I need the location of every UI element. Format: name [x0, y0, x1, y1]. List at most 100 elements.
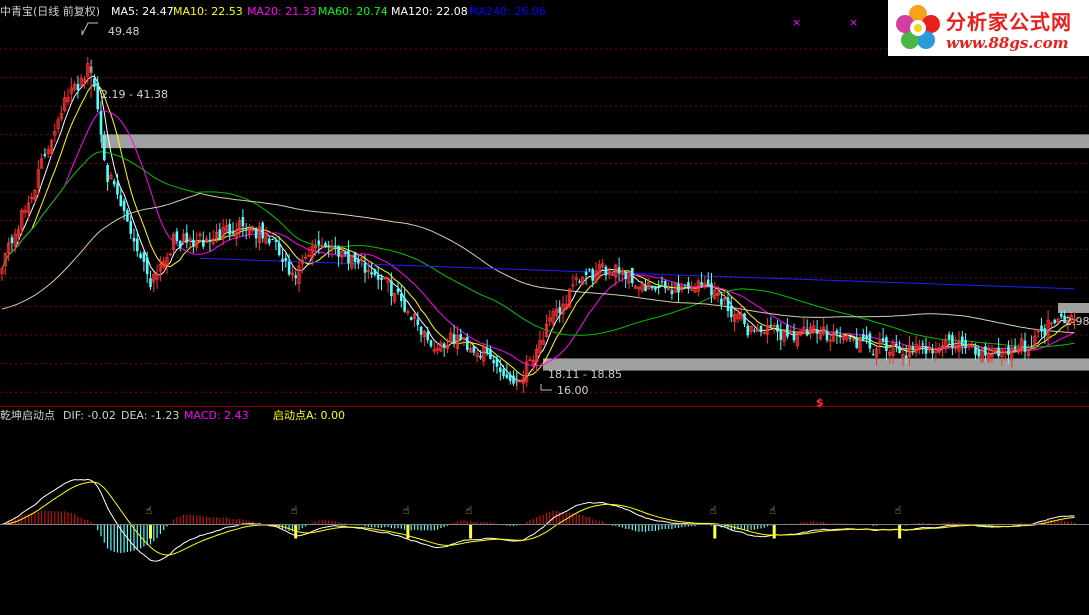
stock-title: 中青宝(日线 前复权) [0, 4, 100, 18]
candle-down [838, 334, 842, 338]
ma20-line [1, 110, 1075, 367]
candle-down [1060, 313, 1063, 317]
candle-down [466, 337, 469, 350]
candle-down [776, 324, 779, 332]
candle-down [409, 317, 413, 321]
candle-down [617, 267, 621, 274]
macd-histogram [4, 510, 1076, 554]
candle-down [881, 338, 885, 342]
candle-down [584, 271, 588, 275]
ma5-line [1, 75, 1075, 382]
ma10-line [1, 83, 1075, 377]
candle-down [885, 337, 888, 351]
candle-down [139, 253, 142, 259]
candle-down [654, 286, 657, 290]
candle-down [921, 343, 924, 345]
candle-down [730, 305, 733, 318]
candle-down [347, 249, 350, 264]
candle-down [865, 335, 868, 339]
ma5-label: MA5: 24.47 [111, 5, 174, 18]
candle-down [241, 216, 245, 227]
ma20-label: MA20: 21.33 [247, 5, 317, 18]
candle-down [591, 269, 594, 281]
candle-down [660, 281, 664, 283]
candle-down [499, 367, 502, 372]
candle-down [93, 78, 96, 87]
flower-logo-icon [896, 5, 940, 49]
candle-down [677, 283, 680, 293]
small-marker-1: × [792, 16, 801, 29]
dif-line [1, 478, 1075, 562]
hand-pointer-icon: ☝ [710, 504, 717, 517]
candle-down [10, 237, 14, 244]
last-price-label: 2.98 [1065, 315, 1089, 328]
candle-down [1030, 345, 1033, 347]
candle-down [324, 243, 327, 248]
resistance-zone [101, 134, 1089, 149]
candle-down [1040, 325, 1043, 332]
candle-down [202, 239, 205, 247]
candle-down [604, 266, 608, 276]
ma60-label: MA60: 20.74 [318, 5, 388, 18]
candle-down [277, 242, 281, 256]
candle-down [472, 346, 476, 353]
candle-down [664, 281, 667, 289]
macd-lines [1, 478, 1075, 562]
candle-down [122, 200, 126, 212]
candle-down [871, 353, 875, 355]
candle-down [1043, 328, 1047, 336]
candle-down [855, 337, 858, 348]
candle-down [376, 274, 380, 280]
support-label: 18.11 - 18.85 [548, 368, 622, 381]
low-price-label: 16.00 [557, 384, 589, 397]
hand-pointer-icon: ☝ [403, 504, 410, 517]
candle-down [964, 340, 967, 349]
candle-down [1023, 340, 1027, 352]
candle-down [743, 313, 746, 325]
candle-down [294, 275, 297, 279]
candle-down [116, 183, 119, 195]
candle-down [416, 319, 420, 326]
stock-chart[interactable]: ☝ ☝ ☝ ☝ ☝ ☝ ☝ 中青宝(日线 前复权) MA5: 24.47 MA10: 22.… [0, 0, 1089, 615]
indicator-name: 乾坤启动点 [0, 408, 55, 422]
candle-down [459, 333, 462, 340]
recent-zone [1058, 303, 1089, 313]
ma10-label: MA10: 22.53 [173, 5, 243, 18]
ma120-label: MA120: 22.08 [391, 5, 468, 18]
candle-down [815, 330, 819, 334]
candle-down [43, 153, 47, 157]
candle-down [353, 252, 357, 262]
candle-down [284, 257, 288, 261]
candle-down [502, 369, 505, 377]
candle-down [977, 349, 981, 357]
hand-pointer-icon: ☝ [895, 504, 902, 517]
candle-down [175, 231, 179, 242]
candle-down [136, 238, 139, 252]
candle-down [396, 288, 400, 293]
candle-down [786, 324, 789, 337]
candle-down [710, 283, 713, 296]
candle-down [624, 272, 627, 280]
candle-down [254, 228, 258, 239]
ma240-line [199, 257, 1075, 290]
logo-title: 分析家公式网 [946, 10, 1072, 34]
candle-down [327, 245, 330, 247]
candle-down [805, 329, 809, 336]
site-logo: 分析家公式网 www.88gs.com [888, 0, 1089, 56]
candle-down [489, 349, 492, 359]
candle-down [142, 252, 146, 262]
candle-down [759, 325, 763, 333]
candle-down [485, 348, 489, 354]
small-marker-2: × [849, 16, 858, 29]
candle-down [792, 331, 796, 341]
candle-down [947, 334, 951, 340]
candle-down [274, 240, 278, 242]
candle-down [419, 326, 423, 335]
dea-line [1, 481, 1075, 556]
candle-down [746, 325, 750, 336]
candle-down [650, 285, 654, 289]
candle-down [1053, 319, 1056, 324]
candle-down [370, 272, 373, 275]
candle-down [512, 375, 515, 384]
macd-label: MACD: 2.43 [184, 409, 249, 422]
